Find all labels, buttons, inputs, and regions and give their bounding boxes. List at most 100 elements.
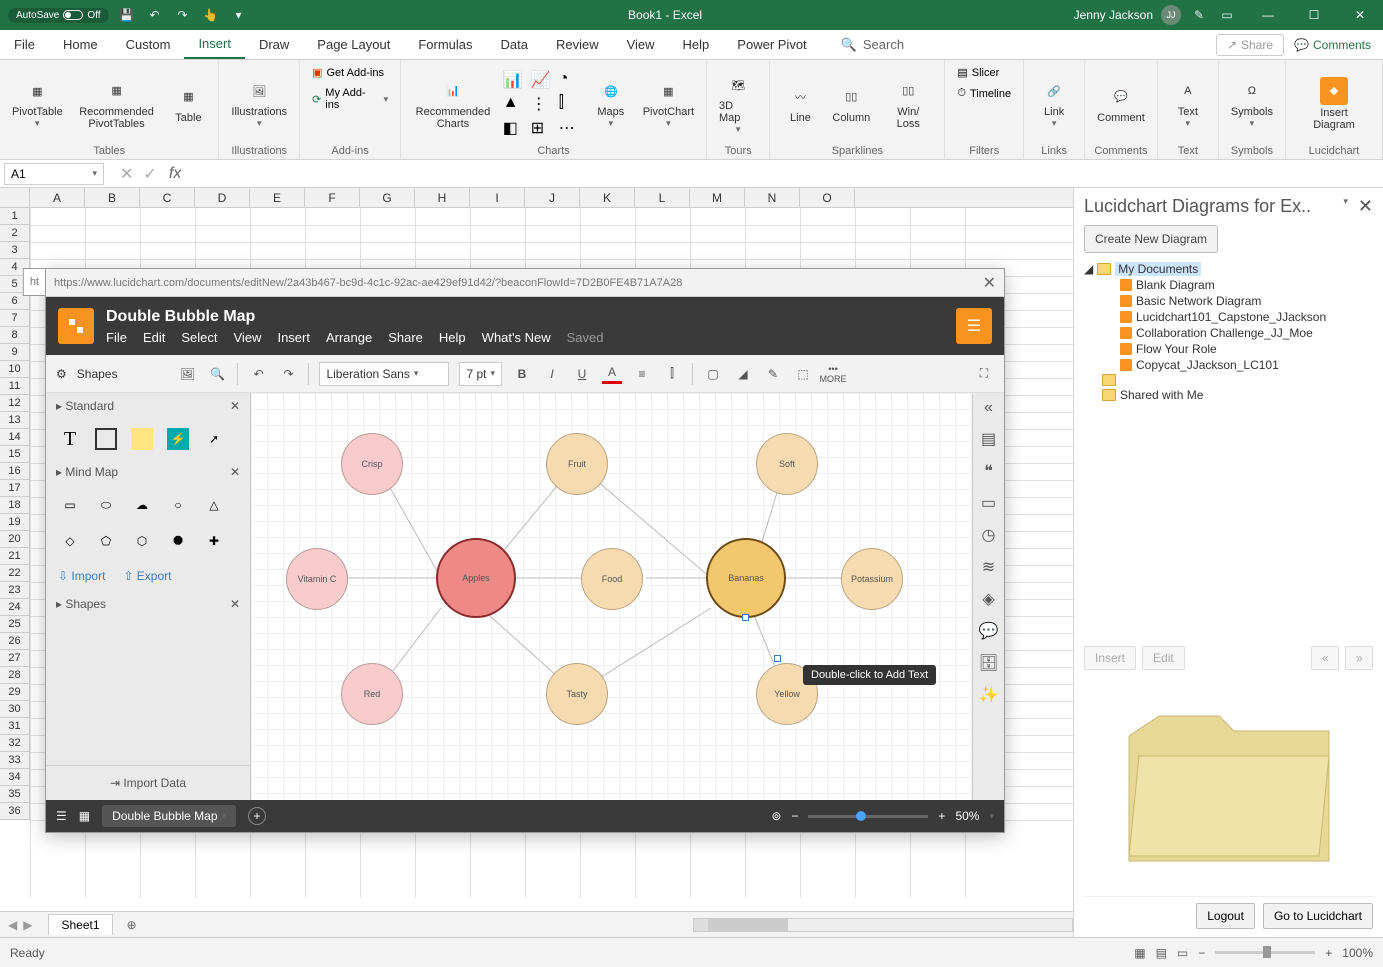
spark-line-button[interactable]: 〰Line (778, 82, 822, 126)
name-box[interactable]: A1▾ (4, 163, 104, 185)
valign-icon[interactable]: ⫿ (662, 364, 682, 384)
cancel-icon[interactable]: ✕ (120, 164, 133, 184)
mm-shape[interactable]: ○ (164, 491, 192, 519)
spark-col-button[interactable]: ▯▯Column (828, 82, 874, 126)
align-icon[interactable]: ≡ (632, 364, 652, 384)
maximize-button[interactable]: ☐ (1291, 0, 1337, 30)
tree-doc[interactable]: Blank Diagram (1084, 277, 1373, 293)
normal-view-icon[interactable]: ▦ (1134, 946, 1145, 960)
menu-share[interactable]: Share (388, 330, 423, 345)
chart-line-icon[interactable]: 📈 (531, 70, 555, 90)
enter-icon[interactable]: ✓ (143, 164, 156, 184)
image-icon[interactable]: 🖼 (177, 364, 197, 384)
tab-home[interactable]: Home (49, 30, 112, 59)
mm-shape[interactable]: ▭ (56, 491, 84, 519)
text-button[interactable]: AText▾ (1166, 76, 1210, 131)
rect-shape[interactable] (92, 425, 120, 453)
3dmap-button[interactable]: 🗺3D Map▾ (715, 70, 761, 137)
comments-button[interactable]: 💬Comments (1294, 38, 1371, 52)
note-shape[interactable] (128, 425, 156, 453)
text-shape[interactable]: T (56, 425, 84, 453)
mm-shape[interactable]: ◇ (56, 527, 84, 555)
bubble-vitc[interactable]: Vitamin C (286, 548, 348, 610)
rec-charts-button[interactable]: 📊Recommended Charts (409, 76, 497, 132)
maps-button[interactable]: 🌐Maps▾ (589, 76, 633, 131)
zoom-slider[interactable] (808, 815, 928, 818)
sheet-next-icon[interactable]: ▶ (23, 918, 32, 932)
mm-shape[interactable]: ✚ (200, 527, 228, 555)
bubble-potassium[interactable]: Potassium (841, 548, 903, 610)
bubble-apples[interactable]: Apples (436, 538, 516, 618)
tab-power-pivot[interactable]: Power Pivot (723, 30, 820, 59)
tab-view[interactable]: View (613, 30, 669, 59)
tree-doc[interactable]: Collaboration Challenge_JJ_Moe (1084, 325, 1373, 341)
underline-icon[interactable]: U (572, 364, 592, 384)
add-page-icon[interactable]: + (248, 807, 266, 825)
menu-view[interactable]: View (234, 330, 262, 345)
collapse-icon[interactable]: « (984, 399, 993, 417)
add-sheet-icon[interactable]: ⊕ (121, 914, 143, 936)
logout-button[interactable]: Logout (1196, 903, 1255, 929)
zoom-in-icon[interactable]: + (938, 809, 945, 823)
bubble-crisp[interactable]: Crisp (341, 433, 403, 495)
comment-button[interactable]: 💬Comment (1093, 82, 1149, 126)
prev-button[interactable]: « (1311, 646, 1339, 670)
gear-icon[interactable]: ⚙ (56, 367, 67, 381)
formula-input[interactable] (187, 163, 1383, 185)
page-icon[interactable]: ▤ (981, 429, 996, 449)
tab-insert[interactable]: Insert (184, 30, 245, 59)
zoom-out-icon[interactable]: − (1198, 946, 1205, 960)
select-all[interactable] (0, 188, 30, 207)
tab-file[interactable]: File (0, 30, 49, 59)
more-icon[interactable]: •••MORE (823, 364, 843, 384)
timeline-button[interactable]: ⏱Timeline (953, 85, 1015, 102)
close-sec-icon[interactable]: ✕ (230, 465, 240, 479)
autosave-toggle[interactable]: AutoSave Off (8, 8, 109, 23)
illustrations-button[interactable]: 🖼Illustrations▾ (227, 76, 291, 131)
tab-custom[interactable]: Custom (112, 30, 185, 59)
font-select[interactable]: Liberation Sans▾ (319, 362, 449, 386)
tree-root[interactable]: ◢My Documents (1084, 261, 1373, 277)
undo-icon[interactable]: ↶ (145, 5, 165, 25)
data-icon[interactable]: ◈ (982, 589, 994, 609)
menu-whatsnew[interactable]: What's New (482, 330, 551, 345)
import-data-button[interactable]: ⇥ Import Data (46, 765, 250, 800)
import-link[interactable]: ⇩ Import (58, 569, 105, 583)
tab-data[interactable]: Data (487, 30, 542, 59)
mm-shape[interactable]: ☁ (128, 491, 156, 519)
magic-icon[interactable]: ✨ (979, 685, 999, 705)
tree-doc[interactable]: Flow Your Role (1084, 341, 1373, 357)
goto-lucidchart-button[interactable]: Go to Lucidchart (1263, 903, 1373, 929)
rec-pivot-button[interactable]: ▦Recommended PivotTables (73, 76, 161, 132)
chart-hier-icon[interactable]: ◧ (503, 118, 527, 138)
tab-formulas[interactable]: Formulas (404, 30, 486, 59)
search-icon[interactable]: 🔍 (207, 364, 227, 384)
sheet-prev-icon[interactable]: ◀ (8, 918, 17, 932)
close-icon[interactable]: ✕ (983, 273, 996, 293)
pagebreak-view-icon[interactable]: ▭ (1177, 946, 1188, 960)
hamburger-icon[interactable]: ☰ (956, 308, 992, 344)
edit-button[interactable]: Edit (1142, 646, 1185, 670)
lucid-canvas[interactable]: Crisp Fruit Soft Vitamin C Apples Food B… (251, 393, 1004, 800)
menu-edit[interactable]: Edit (143, 330, 165, 345)
spark-wl-button[interactable]: ▯▯Win/ Loss (880, 76, 936, 132)
avatar[interactable]: JJ (1161, 5, 1181, 25)
history-icon[interactable]: ◷ (982, 525, 996, 545)
bubble-soft[interactable]: Soft (756, 433, 818, 495)
chart-area-icon[interactable]: ▲ (503, 94, 527, 114)
chart-bar-icon[interactable]: 📊 (503, 70, 527, 90)
mic-icon[interactable]: ✎ (1189, 5, 1209, 25)
menu-help[interactable]: Help (439, 330, 466, 345)
db-icon[interactable]: 🗄 (978, 653, 998, 673)
pivotchart-button[interactable]: ▦PivotChart▾ (639, 76, 698, 131)
tree-doc[interactable]: Basic Network Diagram (1084, 293, 1373, 309)
zoom-slider[interactable] (1215, 951, 1315, 954)
search-box[interactable]: 🔍Search (841, 37, 904, 53)
close-sec-icon[interactable]: ✕ (230, 597, 240, 611)
menu-file[interactable]: File (106, 330, 127, 345)
close-pane-icon[interactable]: ✕ (1358, 196, 1373, 217)
mm-shape[interactable]: △ (200, 491, 228, 519)
mm-shape[interactable]: ⯃ (164, 527, 192, 555)
shape-ops-icon[interactable]: ⬚ (793, 364, 813, 384)
hscroll[interactable] (693, 918, 1073, 932)
